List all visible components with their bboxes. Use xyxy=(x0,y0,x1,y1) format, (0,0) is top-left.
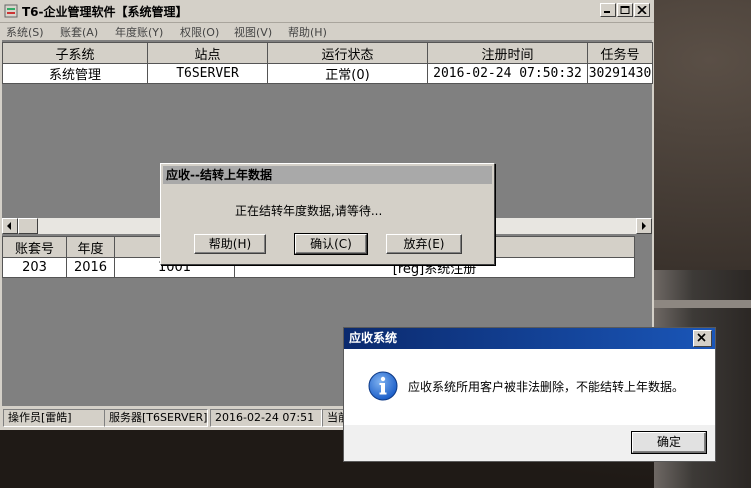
table-cell: 2016 xyxy=(66,257,115,278)
table-cell: 2016-02-24 07:50:32 xyxy=(427,63,588,84)
table-cell: T6SERVER xyxy=(147,63,268,84)
status-operator: 操作员[雷皓] xyxy=(3,409,105,427)
column-header[interactable]: 站点 xyxy=(147,42,268,64)
column-header[interactable]: 子系统 xyxy=(2,42,148,64)
help-button[interactable]: 帮助(H) xyxy=(194,234,266,254)
progress-message: 正在结转年度数据,请等待... xyxy=(235,204,383,218)
close-button[interactable] xyxy=(693,330,712,347)
table-cell: 系统管理 xyxy=(2,63,148,84)
table-row[interactable]: 系统管理 T6SERVER 正常(0) 2016-02-24 07:50:32 … xyxy=(2,63,653,84)
scroll-left-icon xyxy=(7,222,11,230)
app-icon xyxy=(4,4,18,18)
status-datetime: 2016-02-24 07:51 xyxy=(210,409,322,427)
menu-permission[interactable]: 权限(O) xyxy=(180,24,219,40)
ok-button[interactable]: 确定 xyxy=(631,431,707,454)
close-icon xyxy=(697,333,706,342)
title-bar[interactable]: T6-企业管理软件【系统管理】 xyxy=(0,0,654,23)
minimize-icon xyxy=(604,11,610,13)
menu-bar: 系统(S) 账套(A) 年度账(Y) 权限(O) 视图(V) 帮助(H) xyxy=(0,22,654,40)
dialog-title[interactable]: 应收系统 xyxy=(344,328,715,349)
column-header[interactable]: 注册时间 xyxy=(427,42,588,64)
abort-button[interactable]: 放弃(E) xyxy=(386,234,462,254)
scroll-right-button[interactable] xyxy=(636,218,652,234)
menu-view[interactable]: 视图(V) xyxy=(234,24,272,40)
menu-help[interactable]: 帮助(H) xyxy=(288,24,327,40)
carryover-progress-dialog: 应收--结转上年数据 正在结转年度数据,请等待... 帮助(H) 确认(C) 放… xyxy=(160,163,495,265)
menu-fiscal-year[interactable]: 年度账(Y) xyxy=(115,24,163,40)
menu-system[interactable]: 系统(S) xyxy=(6,24,44,40)
scroll-left-button[interactable] xyxy=(2,218,18,234)
table-cell: 30291430 xyxy=(587,63,653,84)
scroll-thumb[interactable] xyxy=(18,218,38,234)
close-button[interactable] xyxy=(634,3,650,17)
column-header[interactable]: 账套号 xyxy=(2,236,67,258)
minimize-button[interactable] xyxy=(600,3,616,17)
column-header[interactable]: 运行状态 xyxy=(267,42,428,64)
column-header[interactable]: 年度 xyxy=(66,236,115,258)
info-icon xyxy=(368,371,398,401)
alert-dialog: 应收系统 应收系统所用客户被非法删除，不能结转上年数据。 确定 xyxy=(343,327,716,462)
dialog-title[interactable]: 应收--结转上年数据 xyxy=(163,166,492,184)
table-header-row: 子系统 站点 运行状态 注册时间 任务号 xyxy=(2,42,653,64)
table-cell: 正常(0) xyxy=(267,63,428,84)
maximize-icon xyxy=(620,6,630,14)
alert-message: 应收系统所用客户被非法删除，不能结转上年数据。 xyxy=(408,380,685,394)
confirm-button[interactable]: 确认(C) xyxy=(294,233,368,255)
column-header[interactable]: 任务号 xyxy=(587,42,653,64)
maximize-button[interactable] xyxy=(617,3,633,17)
subsystem-table: 子系统 站点 运行状态 注册时间 任务号 系统管理 T6SERVER 正常(0)… xyxy=(2,42,653,84)
menu-account[interactable]: 账套(A) xyxy=(60,24,98,40)
status-server: 服务器[T6SERVER] xyxy=(104,409,208,427)
background-stripe xyxy=(654,300,751,308)
window-title: T6-企业管理软件【系统管理】 xyxy=(22,5,188,19)
close-icon xyxy=(637,6,647,14)
table-cell: 203 xyxy=(2,257,67,278)
alert-body: 应收系统所用客户被非法删除，不能结转上年数据。 xyxy=(344,349,715,425)
scroll-right-icon xyxy=(642,222,646,230)
